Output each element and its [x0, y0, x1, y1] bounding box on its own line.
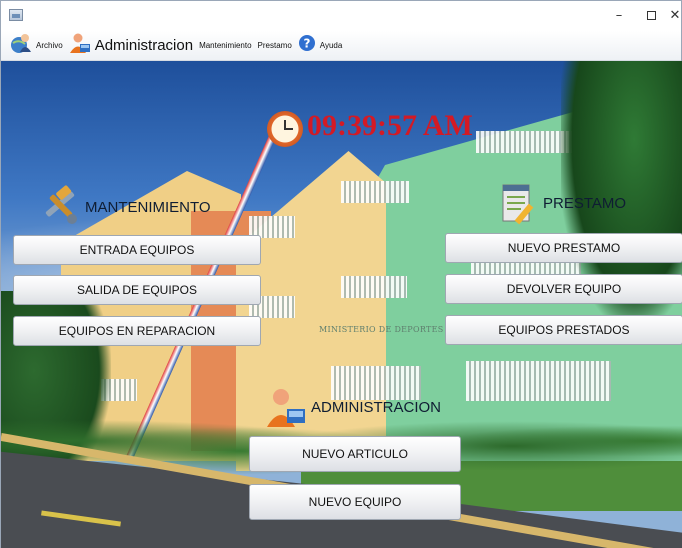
clock-minute-hand	[284, 128, 293, 130]
main-panel: MINISTERIO DE DEPORTES Y RECR 09:39:57 A…	[1, 61, 682, 548]
app-window-icon	[9, 9, 23, 21]
menu-archivo[interactable]: Archivo	[7, 33, 66, 59]
menu-ayuda-label: Ayuda	[319, 41, 343, 50]
menu-ayuda[interactable]: ? Ayuda	[295, 33, 346, 59]
entrada-equipos-button[interactable]: ENTRADA EQUIPOS	[13, 235, 261, 265]
admin-user-icon	[69, 32, 91, 59]
minimize-button[interactable]: –	[609, 7, 629, 25]
nuevo-articulo-button[interactable]: NUEVO ARTICULO	[249, 436, 461, 472]
nuevo-prestamo-button[interactable]: NUEVO PRESTAMO	[445, 233, 682, 263]
admin-user-icon	[265, 387, 307, 434]
help-icon: ?	[298, 34, 316, 57]
salida-de-equipos-button[interactable]: SALIDA DE EQUIPOS	[13, 275, 261, 305]
svg-text:?: ?	[303, 37, 310, 51]
menu-mantenimiento-label: Mantenimiento	[199, 41, 252, 50]
menu-archivo-label: Archivo	[36, 41, 63, 50]
nuevo-equipo-button[interactable]: NUEVO EQUIPO	[249, 484, 461, 520]
clock-time: 09:39:57 AM	[307, 109, 473, 142]
menu-administracion-label: Administracion	[94, 37, 194, 54]
menu-administracion[interactable]: Administracion	[66, 33, 196, 59]
menu-prestamo[interactable]: Prestamo	[255, 33, 295, 59]
tools-icon	[39, 185, 81, 232]
section-title-mantenimiento: MANTENIMIENTO	[85, 199, 211, 216]
user-globe-icon	[10, 32, 32, 59]
equipos-prestados-button[interactable]: EQUIPOS PRESTADOS	[445, 315, 682, 345]
background-windows	[341, 276, 407, 298]
close-button[interactable]: ✕	[665, 7, 682, 25]
section-title-administracion: ADMINISTRACION	[311, 399, 442, 416]
devolver-equipo-button[interactable]: DEVOLVER EQUIPO	[445, 274, 682, 304]
menu-bar: Archivo Administracion Mantenimiento Pre…	[1, 31, 681, 61]
title-bar[interactable]: – ✕	[1, 1, 681, 31]
equipos-en-reparacion-button[interactable]: EQUIPOS EN REPARACION	[13, 316, 261, 346]
menu-prestamo-label: Prestamo	[257, 41, 292, 50]
menu-mantenimiento[interactable]: Mantenimiento	[196, 33, 254, 59]
maximize-icon	[646, 11, 656, 20]
clock-icon	[267, 111, 303, 147]
section-title-prestamo: PRESTAMO	[543, 195, 627, 212]
document-pencil-icon	[501, 183, 541, 230]
app-window: – ✕ Archivo Administracion Mantenimiento…	[0, 0, 682, 548]
background-windows	[341, 181, 409, 203]
maximize-button[interactable]	[641, 7, 661, 25]
